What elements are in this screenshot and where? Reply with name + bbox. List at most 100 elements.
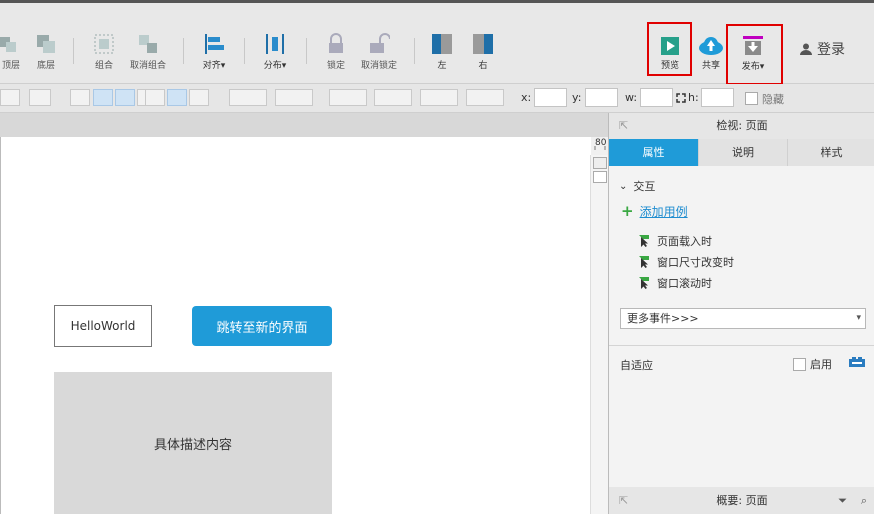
- preview-button[interactable]: 预览: [656, 37, 684, 71]
- distribute-label: 分布▾: [263, 61, 287, 71]
- cursor-event-icon: [639, 235, 649, 247]
- h-input[interactable]: [701, 88, 734, 107]
- hide-checkbox[interactable]: [745, 92, 758, 105]
- valign-top-button[interactable]: [145, 89, 165, 106]
- enable-label: 启用: [810, 358, 832, 371]
- align-button[interactable]: 对齐▾: [196, 33, 232, 71]
- left-button[interactable]: 左: [430, 33, 454, 71]
- tab-style[interactable]: 样式: [788, 139, 874, 166]
- description-placeholder-box[interactable]: 具体描述内容: [54, 372, 332, 514]
- preview-label: 预览: [660, 61, 679, 71]
- shadow-dropdown[interactable]: [275, 89, 313, 106]
- tab-notes[interactable]: 说明: [699, 139, 788, 166]
- enable-checkbox[interactable]: [793, 357, 806, 371]
- distribute-button[interactable]: 分布▾: [258, 33, 292, 71]
- toolbar-divider: [306, 38, 307, 64]
- cursor-event-icon: [639, 277, 649, 289]
- group-button[interactable]: 组合: [88, 33, 120, 71]
- scroll-up-arrow[interactable]: [593, 157, 607, 169]
- text-align-left-button[interactable]: [70, 89, 90, 106]
- align-label: 对齐▾: [202, 61, 226, 71]
- inspector-title: ⇱ 检视: 页面: [609, 113, 874, 139]
- right-label: 右: [478, 61, 488, 71]
- search-icon[interactable]: ⌕: [861, 487, 867, 514]
- format-dropdown[interactable]: [0, 89, 20, 106]
- y-label: y:: [572, 91, 582, 104]
- adaptive-enable-toggle[interactable]: 启用: [793, 356, 832, 372]
- arrow-style-dropdown[interactable]: [466, 89, 504, 106]
- main-toolbar: 顶层 底层 组合 取消组合 对齐▾ 分布▾ 锁定 取消锁定 左 右 预览 共享 …: [0, 3, 874, 85]
- left-label: 左: [437, 61, 447, 71]
- toolbar-divider: [183, 38, 184, 64]
- layer-bottom-icon: [37, 35, 55, 53]
- valign-bottom-button[interactable]: [189, 89, 209, 106]
- event-page-load[interactable]: 页面载入时: [639, 233, 712, 249]
- event-label: 页面载入时: [657, 235, 712, 248]
- publish-button[interactable]: 发布▾: [736, 36, 770, 72]
- lock-icon: [329, 33, 343, 53]
- toolbar-divider: [244, 38, 245, 64]
- jump-to-new-page-button[interactable]: 跳转至新的界面: [192, 306, 332, 346]
- group-icon: [94, 34, 114, 54]
- fill-color-dropdown[interactable]: [229, 89, 267, 106]
- hide-label: 隐藏: [762, 93, 784, 106]
- format-toolbar: x: y: w: h: 隐藏: [0, 84, 874, 113]
- lock-ratio-icon[interactable]: [676, 93, 686, 103]
- add-case-link[interactable]: + 添加用例: [621, 202, 688, 220]
- ruler-label: 80: [595, 138, 607, 148]
- send-to-bottom-button[interactable]: 底层: [32, 33, 60, 71]
- x-input[interactable]: [534, 88, 567, 107]
- w-label: w:: [625, 91, 638, 104]
- cursor-event-icon: [639, 256, 649, 268]
- line-color-dropdown[interactable]: [329, 89, 367, 106]
- chevron-down-icon: ▾: [856, 313, 861, 323]
- collapse-arrow-icon[interactable]: ⇱: [619, 487, 628, 514]
- event-window-resize[interactable]: 窗口尺寸改变时: [639, 254, 734, 270]
- ungroup-label: 取消组合: [129, 61, 166, 71]
- distribute-icon: [266, 34, 284, 54]
- outline-title: 概要: 页面: [716, 494, 768, 507]
- h-label: h:: [688, 91, 699, 104]
- align-left-icon: [205, 34, 224, 54]
- interaction-section-header[interactable]: ⌄ 交互: [619, 178, 655, 194]
- canvas-vertical-scrollbar[interactable]: [590, 155, 608, 514]
- right-button[interactable]: 右: [471, 33, 495, 71]
- text-align-right-button[interactable]: [115, 89, 135, 106]
- login-label: 登录: [817, 42, 845, 58]
- more-events-select[interactable]: 更多事件>>> ▾: [620, 308, 866, 329]
- event-label: 窗口尺寸改变时: [657, 256, 734, 269]
- ungroup-button[interactable]: 取消组合: [126, 33, 170, 71]
- scroll-thumb[interactable]: [593, 171, 607, 183]
- lock-button[interactable]: 锁定: [322, 33, 350, 71]
- publish-download-icon: [743, 36, 763, 55]
- filter-icon[interactable]: ⏷: [838, 487, 847, 514]
- helloworld-text-box[interactable]: HelloWorld: [54, 305, 152, 347]
- unlock-label: 取消锁定: [360, 61, 397, 71]
- event-window-scroll[interactable]: 窗口滚动时: [639, 275, 712, 291]
- plus-icon: +: [621, 202, 634, 220]
- outline-panel-header: ⇱ 概要: 页面 ⏷ ⌕: [609, 487, 874, 514]
- collapse-arrow-icon[interactable]: ⇱: [619, 113, 628, 139]
- y-input[interactable]: [585, 88, 618, 107]
- group-label: 组合: [94, 61, 113, 71]
- format-button[interactable]: [29, 89, 51, 106]
- share-label: 共享: [701, 61, 720, 71]
- bring-to-top-button[interactable]: 顶层: [0, 33, 22, 71]
- login-button[interactable]: 登录: [800, 39, 845, 59]
- panel-right-icon: [473, 34, 493, 54]
- chevron-down-icon: ⌄: [619, 180, 628, 192]
- line-style-dropdown[interactable]: [420, 89, 458, 106]
- w-input[interactable]: [640, 88, 673, 107]
- adaptive-label: 自适应: [620, 359, 653, 372]
- horizontal-ruler: 00 300 400 500 600 700 80: [0, 113, 608, 150]
- unlock-button[interactable]: 取消锁定: [358, 33, 400, 71]
- tab-properties[interactable]: 属性: [609, 139, 699, 166]
- add-case-label: 添加用例: [639, 204, 688, 219]
- x-label: x:: [521, 91, 532, 104]
- line-width-dropdown[interactable]: [374, 89, 412, 106]
- adaptive-settings-icon[interactable]: [849, 357, 865, 369]
- valign-middle-button[interactable]: [167, 89, 187, 106]
- text-align-center-button[interactable]: [93, 89, 113, 106]
- share-button[interactable]: 共享: [697, 37, 725, 71]
- user-icon: [800, 43, 812, 55]
